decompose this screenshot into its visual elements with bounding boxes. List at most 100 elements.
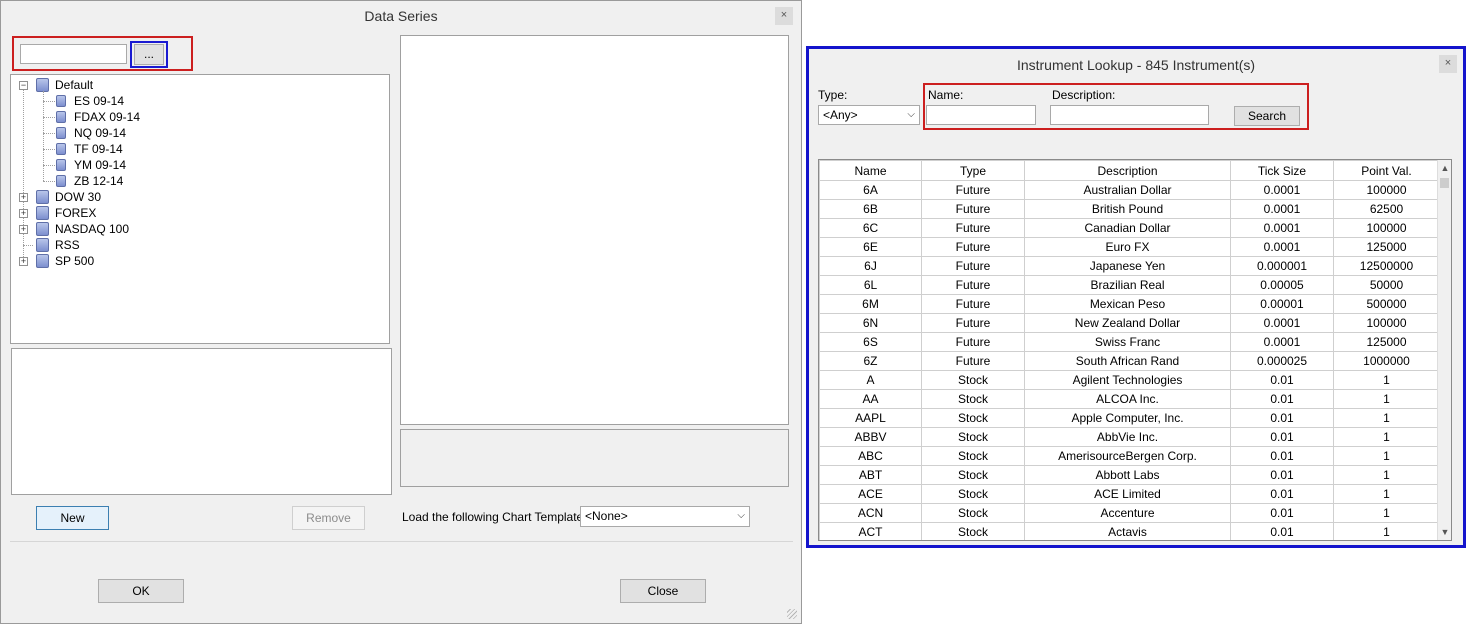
properties-panel [400,35,789,425]
tree-child-node[interactable]: ZB 12-14 [41,173,341,189]
table-row[interactable]: ABC Stock AmerisourceBergen Corp. 0.01 1 [819,446,1440,466]
table-cell: Mexican Peso [1024,294,1231,314]
table-row[interactable]: ABT Stock Abbott Labs 0.01 1 [819,465,1440,485]
tree-child-label: YM 09-14 [74,158,127,172]
table-cell: Swiss Franc [1024,332,1231,352]
new-button[interactable]: New [36,506,109,530]
table-row[interactable]: AAPL Stock Apple Computer, Inc. 0.01 1 [819,408,1440,428]
database-icon [36,78,49,92]
tree-child-label: FDAX 09-14 [74,110,141,124]
column-header[interactable]: Type [921,160,1025,181]
table-cell: ABC [819,446,922,466]
instrument-tree: − Default ES 09-14 FDAX 09-14 NQ 09-14 TF 09-… [11,75,389,343]
table-cell: 1 [1333,408,1440,428]
table-cell: Future [921,237,1025,257]
name-input[interactable] [926,105,1036,125]
tree-child-node[interactable]: YM 09-14 [41,157,341,173]
table-cell: 0.0001 [1230,218,1334,238]
database-icon [56,143,66,155]
table-cell: Euro FX [1024,237,1231,257]
collapse-icon[interactable]: − [19,81,28,90]
table-row[interactable]: 6Z Future South African Rand 0.000025 100000… [819,351,1440,371]
table-cell: 6S [819,332,922,352]
instrument-grid: Name Type Description Tick Size Point Val. 6… [818,159,1452,541]
table-row[interactable]: 6A Future Australian Dollar 0.0001 100000 [819,180,1440,200]
table-row[interactable]: 6M Future Mexican Peso 0.00001 500000 [819,294,1440,314]
table-header-row: Name Type Description Tick Size Point Val. [819,160,1440,181]
tree-node[interactable]: + SP 500 [19,253,379,269]
tree-node[interactable]: + DOW 30 [19,189,379,205]
resize-grip-icon[interactable] [787,609,797,619]
tree-node[interactable]: − Default [19,77,379,93]
data-series-title: Data Series [364,8,438,24]
column-header[interactable]: Tick Size [1230,160,1334,181]
table-cell: Stock [921,389,1025,409]
chart-template-select[interactable]: <None> ⌵ [580,506,750,527]
table-cell: ACN [819,503,922,523]
tree-child-label: ES 09-14 [74,94,125,108]
table-row[interactable]: 6J Future Japanese Yen 0.000001 12500000 [819,256,1440,276]
table-cell: ACE [819,484,922,504]
data-series-close-icon[interactable]: × [775,7,793,25]
search-button[interactable]: Search [1234,106,1300,126]
table-row[interactable]: ACT Stock Actavis 0.01 1 [819,522,1440,540]
expand-icon[interactable]: + [19,257,28,266]
table-row[interactable]: 6E Future Euro FX 0.0001 125000 [819,237,1440,257]
table-row[interactable]: 6S Future Swiss Franc 0.0001 125000 [819,332,1440,352]
table-row[interactable]: 6L Future Brazilian Real 0.00005 50000 [819,275,1440,295]
expand-icon[interactable]: + [19,193,28,202]
tree-connector [43,149,55,150]
column-header[interactable]: Point Val. [1333,160,1440,181]
table-row[interactable]: ACN Stock Accenture 0.01 1 [819,503,1440,523]
database-icon [36,222,49,236]
instrument-lookup-close-icon[interactable]: × [1439,55,1457,73]
scroll-up-icon[interactable]: ▲ [1438,160,1451,176]
column-header[interactable]: Name [819,160,922,181]
instrument-search-input[interactable] [20,44,127,64]
table-cell: 0.0001 [1230,180,1334,200]
vertical-scrollbar[interactable]: ▲ ▼ [1437,160,1451,540]
instrument-lookup-title: Instrument Lookup - 845 Instrument(s) [1016,57,1256,73]
table-cell: 0.01 [1230,522,1334,540]
close-button[interactable]: Close [620,579,706,603]
column-header[interactable]: Description [1024,160,1231,181]
table-row[interactable]: 6B Future British Pound 0.0001 62500 [819,199,1440,219]
description-input[interactable] [1050,105,1209,125]
table-cell: 0.01 [1230,446,1334,466]
table-cell: A [819,370,922,390]
table-cell: ACT [819,522,922,540]
browse-button[interactable]: ... [134,44,164,65]
expand-icon[interactable]: + [19,225,28,234]
table-row[interactable]: 6N Future New Zealand Dollar 0.0001 100000 [819,313,1440,333]
tree-node[interactable]: + FOREX [19,205,379,221]
expand-icon[interactable]: + [19,209,28,218]
tree-node[interactable]: RSS [19,237,379,253]
tree-child-node[interactable]: FDAX 09-14 [41,109,341,125]
table-cell: Stock [921,465,1025,485]
table-cell: Future [921,351,1025,371]
table-cell: 0.01 [1230,503,1334,523]
table-row[interactable]: ACE Stock ACE Limited 0.01 1 [819,484,1440,504]
table-cell: Australian Dollar [1024,180,1231,200]
table-row[interactable]: AA Stock ALCOA Inc. 0.01 1 [819,389,1440,409]
table-row[interactable]: A Stock Agilent Technologies 0.01 1 [819,370,1440,390]
table-cell: Future [921,313,1025,333]
table-cell: Future [921,275,1025,295]
table-row[interactable]: 6C Future Canadian Dollar 0.0001 100000 [819,218,1440,238]
tree-child-node[interactable]: ES 09-14 [41,93,341,109]
type-select[interactable]: <Any> ⌵ [818,105,920,125]
ok-button[interactable]: OK [98,579,184,603]
scroll-thumb[interactable] [1440,178,1449,188]
tree-node[interactable]: + NASDAQ 100 [19,221,379,237]
table-cell: British Pound [1024,199,1231,219]
table-cell: 0.00005 [1230,275,1334,295]
tree-child-node[interactable]: TF 09-14 [41,141,341,157]
table-row[interactable]: ABBV Stock AbbVie Inc. 0.01 1 [819,427,1440,447]
table-cell: Japanese Yen [1024,256,1231,276]
remove-button[interactable]: Remove [292,506,365,530]
table-cell: Abbott Labs [1024,465,1231,485]
table-cell: 1 [1333,370,1440,390]
table-cell: 1 [1333,522,1440,540]
scroll-down-icon[interactable]: ▼ [1438,524,1451,540]
tree-child-node[interactable]: NQ 09-14 [41,125,341,141]
